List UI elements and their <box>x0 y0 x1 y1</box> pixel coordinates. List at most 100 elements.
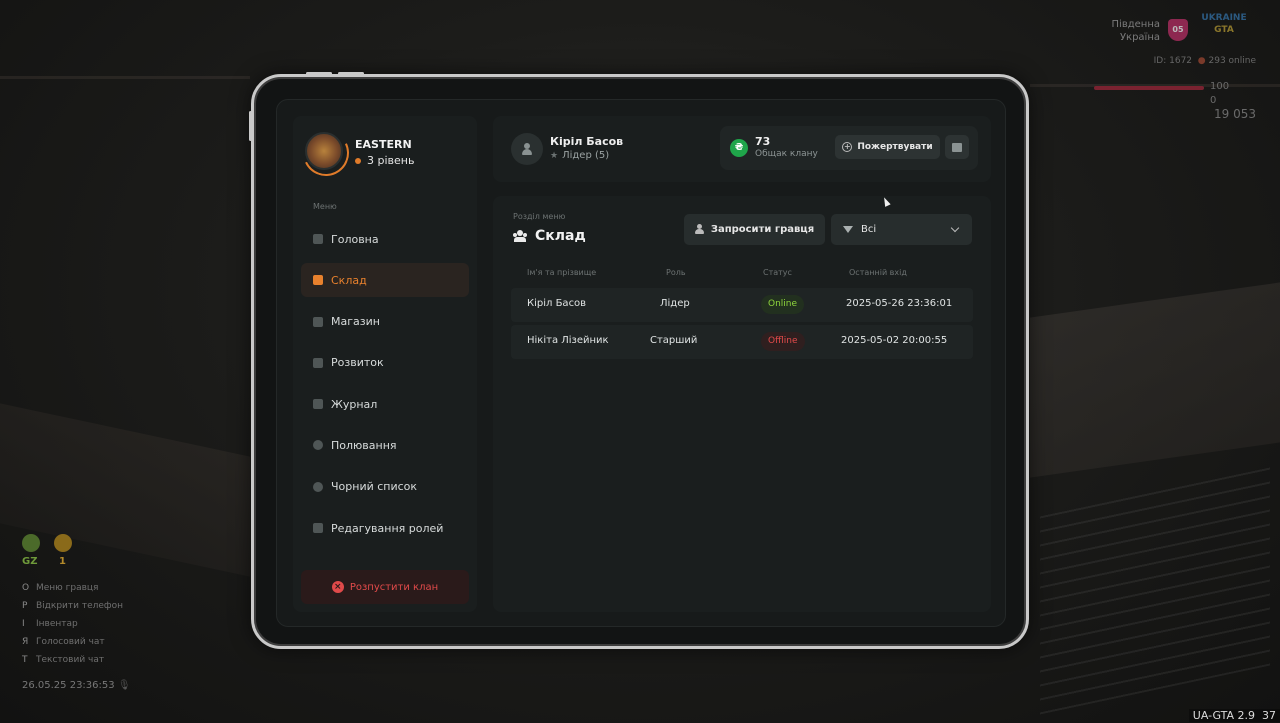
member-last-login: 2025-05-02 20:00:55 <box>841 335 948 346</box>
hryvnia-coin-icon: ₴ <box>730 139 748 157</box>
group-icon <box>513 230 527 242</box>
clan-name: EASTERN <box>355 138 412 151</box>
section-subtitle: Розділ меню <box>513 212 566 221</box>
version-label: UA-GTA 2.9 37 <box>1188 709 1280 722</box>
table-row[interactable]: Нікіта Лізейник Старший Offline 2025-05-… <box>511 325 973 359</box>
filter-icon <box>843 226 853 233</box>
member-role: Старший <box>650 335 698 346</box>
background-edge <box>0 76 250 79</box>
health-value: 100 <box>1210 81 1230 92</box>
server-logo: UKRAINE GTA <box>1201 13 1247 35</box>
member-role: Лідер <box>660 298 690 309</box>
archive-icon <box>952 142 962 152</box>
column-header: Роль <box>666 268 686 277</box>
chart-icon <box>313 357 323 368</box>
user-edit-icon <box>313 523 323 534</box>
member-name: Нікіта Лізейник <box>527 335 609 346</box>
user-icon <box>522 143 532 155</box>
table-header: Ім'я та прізвище Роль Статус Останній вх… <box>511 262 973 288</box>
member-name: Кіріл Басов <box>527 298 587 309</box>
column-header: Останній вхід <box>849 268 907 277</box>
player-id-line: ID: 1672 ● 293 online <box>1153 56 1256 66</box>
sidebar-item-label: Журнал <box>331 397 378 411</box>
invite-label: Запросити гравця <box>710 224 815 235</box>
roster-panel: Розділ меню Склад Запросити гравця Всі І… <box>493 196 991 612</box>
target-icon <box>313 440 323 451</box>
status-badge: Offline <box>761 332 805 351</box>
money-value: 19 053 <box>1214 107 1256 121</box>
chevron-down-icon <box>950 223 960 233</box>
add-user-icon <box>694 224 705 235</box>
sidebar-item-journal[interactable]: Журнал <box>301 387 469 421</box>
sidebar-item-edit-roles[interactable]: Редагування ролей <box>301 511 469 545</box>
help-line: T Текстовий чат <box>22 655 105 665</box>
disband-label: Розпустити клан <box>349 581 439 593</box>
status-filter-select[interactable]: Всі <box>831 214 972 245</box>
sidebar-item-label: Магазин <box>331 315 380 329</box>
status-badge: Online <box>761 295 805 314</box>
sidebar: EASTERN 3 рівень Меню Головна Склад Мага… <box>293 116 477 612</box>
armor-value: 0 <box>1210 95 1217 106</box>
hud-bottom-left: GZ 1 O Меню гравця P Відкрити телефон I Інв… <box>22 534 222 704</box>
column-header: Статус <box>763 268 792 277</box>
block-icon <box>313 481 323 492</box>
close-icon: × <box>331 581 344 593</box>
clan-bank: ₴ 73 Общак клану + Пожертвувати <box>720 126 978 170</box>
table-row[interactable]: Кіріл Басов Лідер Online 2025-05-26 23:3… <box>511 288 973 322</box>
mic-icon: 🎙 <box>117 680 131 691</box>
help-line: I Інвентар <box>22 619 78 629</box>
tablet-screen: EASTERN 3 рівень Меню Головна Склад Мага… <box>276 99 1006 627</box>
tablet-button <box>338 72 364 75</box>
bank-amount: 73 <box>755 135 771 148</box>
page-title: Склад <box>513 228 586 244</box>
tablet-button <box>306 72 332 75</box>
hud-top-right: Південна Україна 05 UKRAINE GTA ID: 1672… <box>1080 8 1260 128</box>
invite-player-button[interactable]: Запросити гравця <box>684 214 825 245</box>
sidebar-item-blacklist[interactable]: Чорний список <box>301 470 469 504</box>
sidebar-item-label: Склад <box>331 273 367 287</box>
disband-clan-button[interactable]: × Розпустити клан <box>301 570 469 604</box>
sidebar-item-label: Полювання <box>331 438 397 452</box>
background-wall-panel <box>1030 282 1280 478</box>
gz-value: 1 <box>59 556 66 567</box>
filter-value: Всі <box>861 224 877 235</box>
group-icon <box>313 275 323 286</box>
user-avatar <box>511 133 543 165</box>
gz-label: GZ <box>22 556 38 567</box>
help-line: P Відкрити телефон <box>22 601 124 611</box>
health-bar <box>1094 86 1204 90</box>
basket-icon <box>313 316 323 327</box>
sidebar-menu: Головна Склад Магазин Розвиток Журнал По… <box>301 222 469 552</box>
sidebar-item-label: Розвиток <box>331 356 384 370</box>
profile-bar: Кіріл Басов ★ Лідер (5) ₴ 73 Общак клану … <box>493 116 991 182</box>
sidebar-item-label: Головна <box>331 232 379 246</box>
clan-level: 3 рівень <box>355 154 414 167</box>
sidebar-item-shop[interactable]: Магазин <box>301 305 469 339</box>
clan-tablet: EASTERN 3 рівень Меню Головна Склад Мага… <box>249 72 1029 649</box>
home-icon <box>313 234 323 244</box>
gz-icon <box>22 534 40 552</box>
datetime: 26.05.25 23:36:53 🎙 <box>22 680 131 691</box>
sidebar-item-home[interactable]: Головна <box>301 222 469 256</box>
server-badge: 05 <box>1168 19 1188 41</box>
bank-history-button[interactable] <box>945 135 969 159</box>
column-header: Ім'я та прізвище <box>527 268 597 277</box>
clan-avatar <box>305 132 343 170</box>
sidebar-item-roster[interactable]: Склад <box>301 263 469 298</box>
sidebar-item-hunting[interactable]: Полювання <box>301 428 469 462</box>
sidebar-item-label: Редагування ролей <box>331 521 444 535</box>
user-role: ★ Лідер (5) <box>550 150 610 161</box>
donate-button[interactable]: + Пожертвувати <box>835 135 940 159</box>
member-last-login: 2025-05-26 23:36:01 <box>846 298 953 309</box>
star-icon: ★ <box>550 151 559 161</box>
bank-label: Общак клану <box>755 149 818 159</box>
background-grill <box>1040 465 1270 715</box>
book-icon <box>313 399 323 410</box>
tablet-button <box>249 111 252 141</box>
plus-icon: + <box>842 142 853 152</box>
server-name: Південна Україна <box>1111 19 1160 43</box>
donate-label: Пожертвувати <box>857 142 933 152</box>
user-name: Кіріл Басов <box>550 135 624 148</box>
sidebar-item-development[interactable]: Розвиток <box>301 346 469 380</box>
members-table: Ім'я та прізвище Роль Статус Останній вх… <box>511 262 973 362</box>
